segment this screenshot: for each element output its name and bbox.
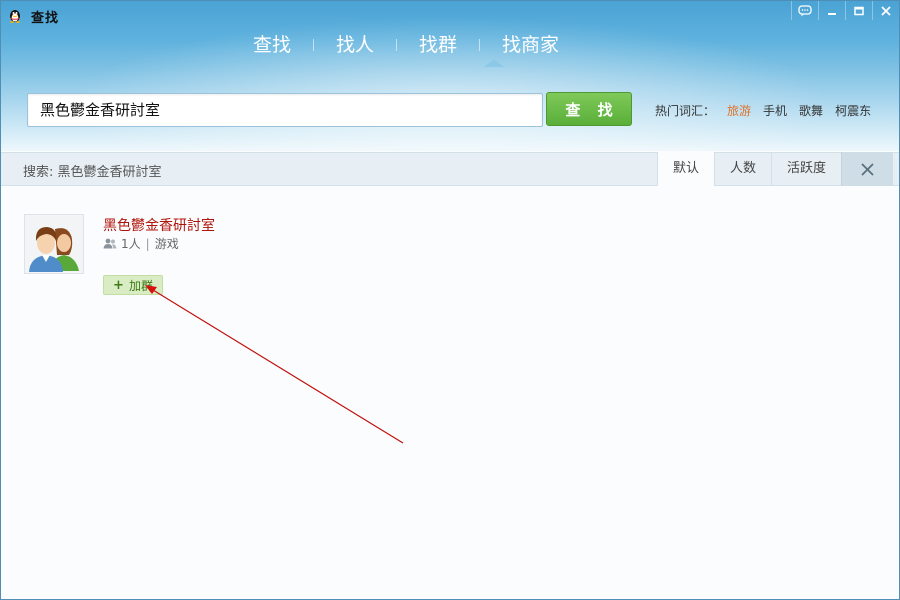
sort-members-tab[interactable]: 人数 — [714, 152, 771, 186]
maximize-button[interactable] — [845, 1, 872, 20]
close-results-button[interactable] — [841, 152, 894, 186]
hot-word-link[interactable]: 歌舞 — [799, 102, 823, 119]
hot-word-link[interactable]: 手机 — [763, 102, 787, 119]
tab-find-merchants[interactable]: 找商家 — [480, 31, 581, 59]
group-people-icon — [29, 227, 79, 272]
header: 查找 查找 找人 找群 找商家 黑色鬱金香研討室 查 找 热门词汇： 旅游 手机… — [1, 1, 899, 151]
close-icon — [881, 5, 891, 16]
members-icon — [103, 238, 117, 249]
find-window: 查找 查找 找人 找群 找商家 黑色鬱金香研討室 查 找 热门词汇： 旅游 手机… — [0, 0, 900, 600]
join-group-label: 加群 — [128, 278, 153, 293]
close-button[interactable] — [872, 1, 899, 20]
hot-words-label: 热门词汇： — [655, 104, 716, 118]
tab-find-people[interactable]: 找人 — [314, 31, 396, 59]
group-avatar[interactable] — [24, 214, 84, 274]
group-meta: 1人 | 游戏 — [103, 235, 179, 252]
search-button[interactable]: 查 找 — [546, 92, 632, 126]
group-category: 游戏 — [154, 237, 179, 251]
sort-tabs: 默认 人数 活跃度 — [657, 152, 894, 186]
tab-find[interactable]: 查找 — [231, 31, 313, 59]
sort-activity-tab[interactable]: 活跃度 — [771, 152, 841, 186]
sort-default-tab[interactable]: 默认 — [657, 152, 715, 186]
tab-find-groups[interactable]: 找群 — [397, 31, 479, 59]
search-input[interactable]: 黑色鬱金香研討室 — [27, 93, 543, 127]
close-icon — [861, 162, 874, 176]
minimize-button[interactable] — [818, 1, 845, 20]
hot-word-link[interactable]: 柯震东 — [835, 102, 871, 119]
main-nav: 查找 找人 找群 找商家 — [231, 31, 581, 59]
join-group-button[interactable]: + 加群 — [103, 275, 163, 295]
group-name-link[interactable]: 黑色鬱金香研討室 — [103, 215, 215, 235]
qq-penguin-icon — [10, 10, 20, 23]
window-title: 查找 — [31, 11, 60, 26]
meta-separator: | — [145, 236, 150, 251]
hot-word-link[interactable]: 旅游 — [727, 102, 751, 119]
maximize-icon — [854, 6, 864, 15]
member-count: 1人 — [121, 237, 141, 251]
plus-icon: + — [113, 277, 124, 293]
hot-words: 热门词汇： 旅游 手机 歌舞 柯震东 — [655, 102, 883, 119]
feedback-button[interactable] — [791, 1, 818, 20]
feedback-icon — [798, 4, 812, 16]
selected-tab-indicator — [484, 59, 504, 67]
search-summary: 搜索: 黑色鬱金香研討室 — [23, 165, 162, 180]
window-controls — [791, 1, 899, 21]
minimize-icon — [828, 12, 836, 15]
filter-bar: 搜索: 黑色鬱金香研討室 默认 人数 活跃度 — [1, 152, 899, 186]
